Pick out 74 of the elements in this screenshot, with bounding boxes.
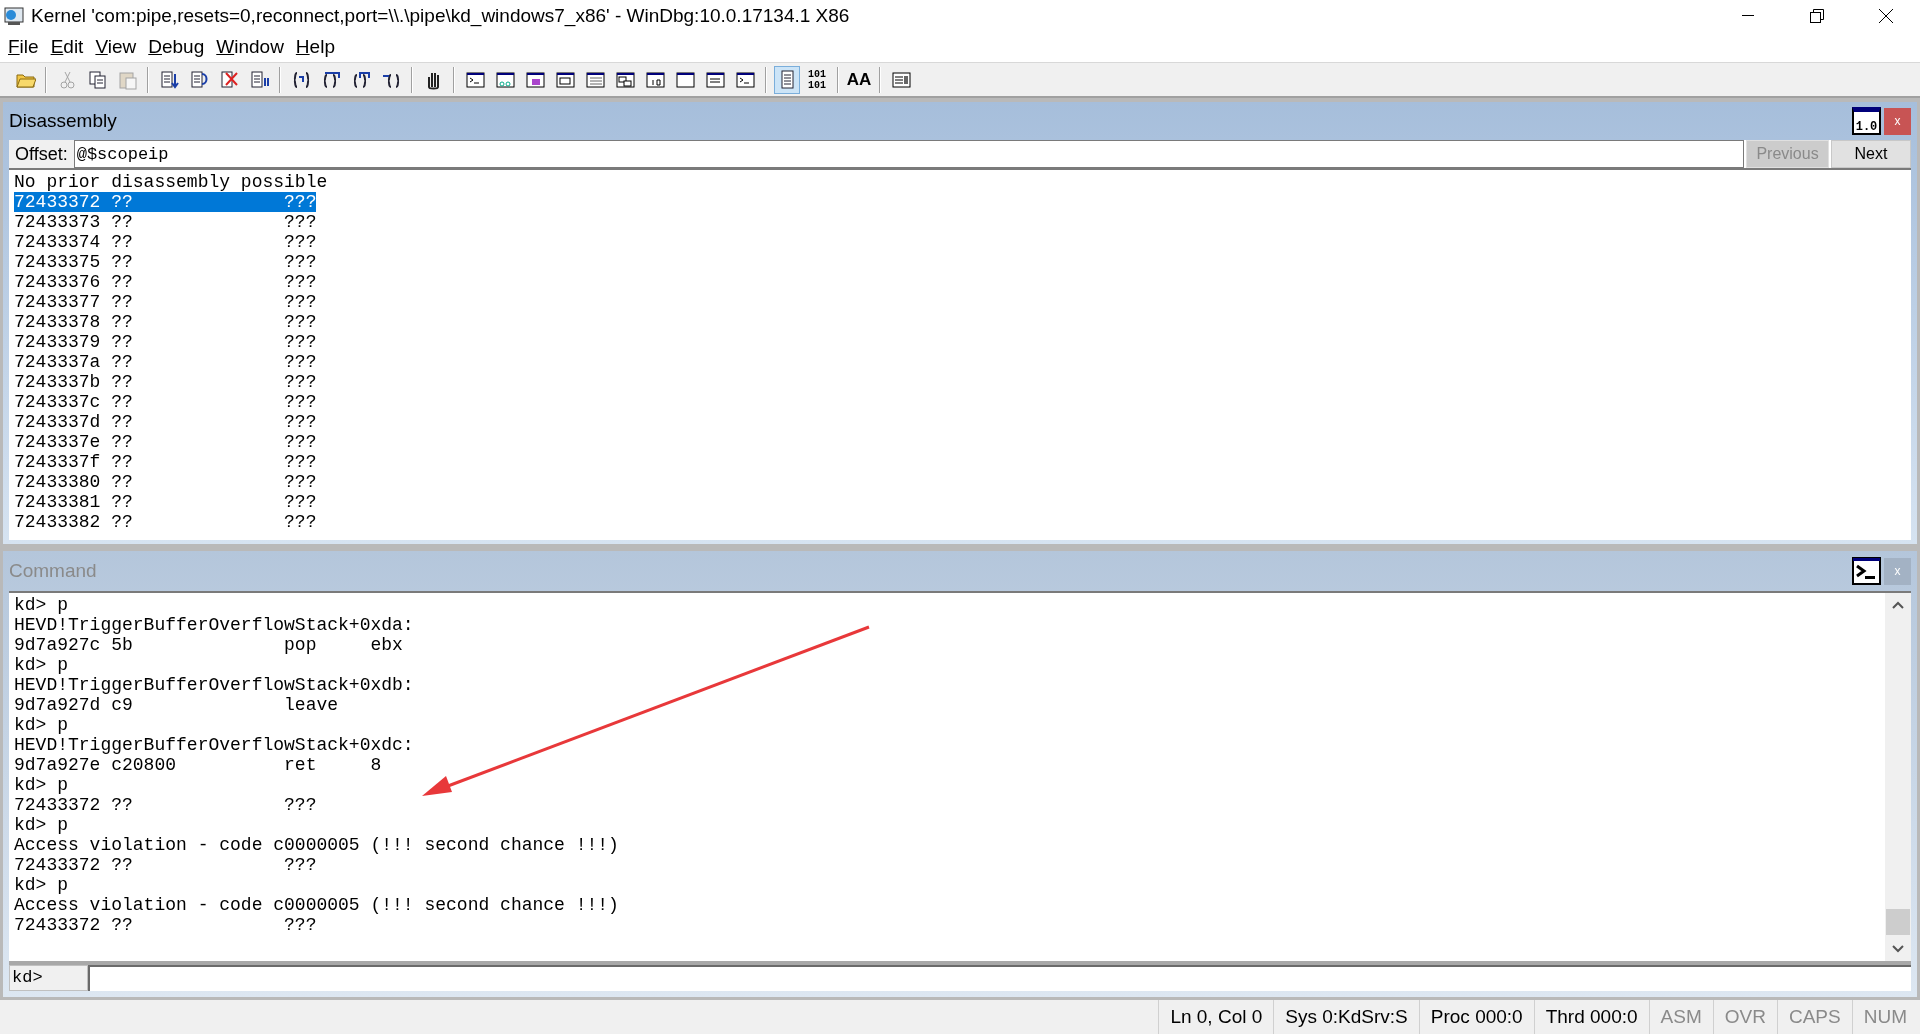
disassembly-line[interactable]: 7243337e ?? ??? (14, 432, 317, 452)
disassembly-line[interactable]: 7243337f ?? ??? (14, 452, 317, 472)
output-line: Access violation - code c0000005 (!!! second chance !!!) (14, 835, 619, 855)
blank-window-icon (674, 69, 696, 90)
output-line: 72433372 ?? ??? (14, 855, 317, 875)
status-cell: NUM (1851, 1000, 1918, 1034)
pane-title: Disassembly (9, 108, 117, 133)
status-cell: Ln 0, Col 0 (1158, 1000, 1274, 1034)
disassembly-line[interactable]: 72433377 ?? ??? (14, 292, 317, 312)
cross-icon (218, 69, 240, 90)
disassembly-window-icon[interactable]: 1.0 (1852, 107, 1881, 135)
status-cell: OVR (1712, 1000, 1777, 1034)
font-button[interactable]: AA (846, 65, 872, 94)
menu-item[interactable]: File (2, 32, 45, 62)
disassembly-line[interactable]: 7243337c ?? ??? (14, 392, 317, 412)
status-cell: Thrd 000:0 (1533, 1000, 1649, 1034)
output-line: kd> p (14, 815, 68, 835)
paste-icon (116, 69, 138, 90)
output-line: 72433372 ?? ??? (14, 795, 317, 815)
disassembly-line[interactable]: 72433376 ?? ??? (14, 272, 317, 292)
terminal-window-icon (464, 69, 486, 90)
disassembly-line[interactable]: 7243337d ?? ??? (14, 412, 317, 432)
command-input[interactable] (88, 965, 1911, 991)
menu-item[interactable]: Help (289, 32, 341, 62)
command-prompt: kd> (9, 965, 88, 991)
scrollbar[interactable] (1885, 593, 1911, 961)
offset-field[interactable]: @$scopeip (73, 140, 1744, 168)
status-cell: CAPS (1776, 1000, 1852, 1034)
status-cell: Proc 000:0 (1418, 1000, 1534, 1034)
copy-icon (86, 69, 108, 90)
disassembly-line[interactable]: 7243337b ?? ??? (14, 372, 317, 392)
output-line: kd> p (14, 715, 68, 735)
menu-item[interactable]: Debug (142, 32, 211, 62)
binary-button[interactable]: 101 101 (804, 65, 830, 94)
output-line: Access violation - code c0000005 (!!! second chance !!!) (14, 895, 619, 915)
output-line: 72433372 ?? ??? (14, 915, 317, 935)
disassembly-line[interactable]: 72433374 ?? ??? (14, 232, 317, 252)
disassembly-line[interactable]: 72433375 ?? ??? (14, 252, 317, 272)
disassembly-line[interactable]: 72433373 ?? ??? (14, 212, 317, 232)
output-line: kd> p (14, 595, 68, 615)
disassembly-line[interactable]: 72433382 ?? ??? (14, 512, 317, 532)
disassembly-line[interactable]: 7243337a ?? ??? (14, 352, 317, 372)
minimize-icon (1741, 15, 1754, 17)
disassembly-line[interactable]: 72433381 ?? ??? (14, 492, 317, 512)
output-line: kd> p (14, 875, 68, 895)
output-line: HEVD!TriggerBufferOverflowStack+0xda: (14, 615, 414, 635)
scroll-up-icon[interactable] (1892, 601, 1904, 609)
app-icon (3, 5, 25, 27)
scrollbar-thumb[interactable] (1886, 909, 1910, 935)
output-line: 9d7a927e c20800 ret 8 (14, 755, 382, 775)
next-button[interactable]: Next (1831, 140, 1911, 168)
scroll-down-icon[interactable] (1892, 945, 1904, 953)
output-line: HEVD!TriggerBufferOverflowStack+0xdc: (14, 735, 414, 755)
status-cell: ASM (1648, 1000, 1713, 1034)
pane-close-button[interactable]: x (1884, 107, 1911, 135)
disassembly-line[interactable]: 72433380 ?? ??? (14, 472, 317, 492)
restore-icon (1809, 9, 1824, 23)
disassembly-line[interactable]: 72433378 ?? ??? (14, 312, 317, 332)
pane-title: Command (9, 558, 97, 583)
offset-label: Offset: (9, 140, 74, 168)
menu-item[interactable]: View (89, 32, 143, 62)
menu-item[interactable]: Window (210, 32, 290, 62)
status-cell: Sys 0:KdSrv:S (1273, 1000, 1419, 1034)
close-icon (1878, 9, 1893, 23)
disassembly-line[interactable]: 72433379 ?? ??? (14, 332, 317, 352)
window-title: Kernel 'com:pipe,resets=0,reconnect,port=\\.\pipe\kd_windows7_x86' - WinDbg:10.0.17134.1 X86 (31, 3, 850, 29)
output-line: HEVD!TriggerBufferOverflowStack+0xdb: (14, 675, 414, 695)
terminal-icon[interactable] (1852, 557, 1881, 585)
menu-item[interactable]: Edit (44, 32, 90, 62)
output-line: 9d7a927c 5b pop ebx (14, 635, 403, 655)
disassembly-line[interactable]: No prior disassembly possible (14, 172, 328, 192)
output-line: kd> p (14, 655, 68, 675)
output-line: kd> p (14, 775, 68, 795)
output-line: 9d7a927d c9 leave (14, 695, 339, 715)
